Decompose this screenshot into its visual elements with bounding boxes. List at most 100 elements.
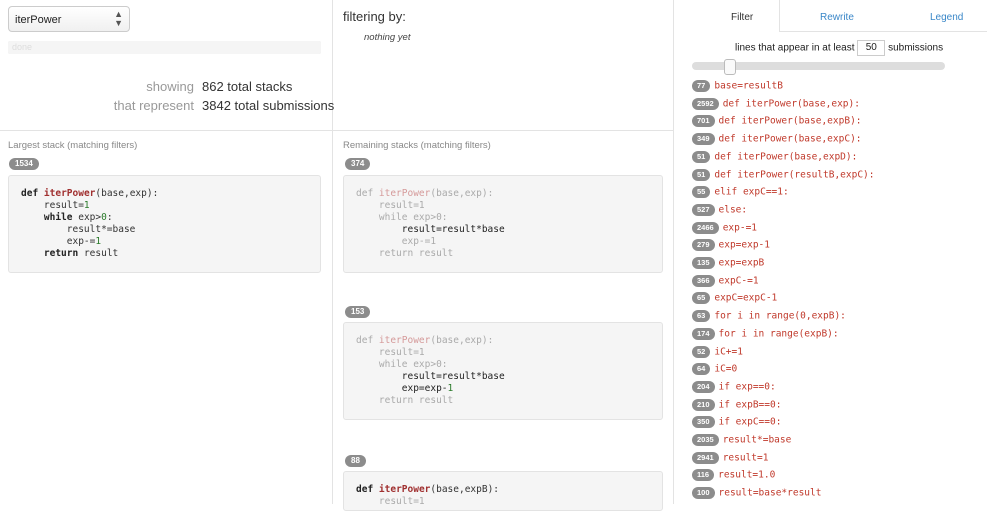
progress-bar: done	[8, 41, 321, 54]
line-count-badge: 210	[692, 398, 715, 411]
line-count-badge: 135	[692, 257, 715, 269]
line-filter-item[interactable]: 55 elif expC==1:	[692, 186, 789, 200]
tab-border	[780, 31, 987, 32]
line-text: expC-=1	[718, 275, 759, 287]
progress-label: done	[12, 42, 33, 52]
line-filter-item[interactable]: 204 if exp==0:	[692, 380, 776, 395]
stack-count: 374	[345, 158, 371, 170]
represent-value: 3842 total submissions	[202, 98, 335, 113]
line-filter-item[interactable]: 701 def iterPower(base,expB):	[692, 115, 862, 129]
line-filter-item[interactable]: 77 base=resultB	[692, 80, 783, 94]
line-filter-item[interactable]: 366 expC-=1	[692, 274, 759, 289]
line-text: for i in range(expB):	[718, 328, 839, 340]
column-divider	[673, 0, 674, 504]
filter-empty-text: nothing yet	[364, 32, 411, 43]
line-filter-item[interactable]: 65 expC=expC-1	[692, 292, 777, 306]
function-select[interactable]: iterPower ▲ ▼	[8, 6, 130, 32]
line-filter-item[interactable]: 174 for i in range(expB):	[692, 327, 839, 342]
threshold-suffix: submissions	[888, 42, 944, 54]
line-count-badge: 55	[692, 186, 711, 199]
line-filter-item[interactable]: 279 exp=exp-1	[692, 239, 770, 253]
line-text: else:	[718, 204, 748, 216]
section-divider	[333, 130, 673, 131]
stack-count: 88	[345, 455, 366, 467]
largest-stack-code[interactable]: def iterPower(base,exp): result=1 while …	[8, 175, 321, 273]
line-count-badge: 527	[692, 203, 715, 216]
line-count-badge: 52	[692, 345, 711, 358]
line-count-badge: 279	[692, 239, 715, 252]
line-text: def iterPower(base,expC):	[718, 133, 862, 145]
line-count-badge: 2035	[692, 434, 719, 446]
largest-stack-count: 1534	[9, 158, 39, 170]
line-text: elif expC==1:	[714, 186, 789, 198]
line-filter-item[interactable]: 349 def iterPower(base,expC):	[692, 133, 862, 147]
line-text: if expC==0:	[718, 416, 782, 428]
line-text: def iterPower(base,expB):	[718, 115, 862, 127]
line-text: expC=expC-1	[714, 292, 778, 304]
tab-rewrite[interactable]: Rewrite	[820, 12, 854, 23]
tab-border	[779, 0, 780, 32]
column-divider	[332, 0, 333, 504]
stack-count: 153	[345, 306, 371, 318]
line-filter-item[interactable]: 100 result=base*result	[692, 487, 821, 501]
line-filter-item[interactable]: 527 else:	[692, 203, 748, 218]
line-filter-item[interactable]: 51 def iterPower(base,expD):	[692, 150, 857, 165]
line-count-badge: 2592	[692, 97, 719, 110]
line-filter-item[interactable]: 52 iC+=1	[692, 345, 743, 360]
line-filter-item[interactable]: 2035 result*=base	[692, 434, 791, 448]
stack-code[interactable]: def iterPower(base,expB): result=1	[343, 471, 663, 511]
line-count-badge: 701	[692, 115, 715, 128]
line-text: base=resultB	[714, 80, 783, 92]
line-text: result=base*result	[718, 487, 822, 499]
line-text: if expB==0:	[718, 399, 782, 411]
line-filter-item[interactable]: 210 if expB==0:	[692, 398, 782, 413]
line-count-badge: 366	[692, 274, 715, 287]
line-text: iC=0	[714, 363, 738, 375]
line-count-badge: 204	[692, 380, 715, 393]
stack-code[interactable]: def iterPower(base,exp): result=1 while …	[343, 175, 663, 273]
threshold-slider[interactable]	[692, 59, 945, 75]
tab-filter[interactable]: Filter	[731, 12, 753, 23]
line-filter-item[interactable]: 2466 exp-=1	[692, 221, 758, 236]
largest-stack-title: Largest stack (matching filters)	[8, 140, 138, 151]
line-count-badge: 174	[692, 327, 715, 340]
line-filter-item[interactable]: 2941 result=1	[692, 451, 768, 466]
line-filter-item[interactable]: 64 iC=0	[692, 363, 737, 377]
line-text: result=1.0	[718, 469, 776, 481]
line-filter-item[interactable]: 350 if expC==0:	[692, 416, 781, 430]
line-count-badge: 65	[692, 292, 711, 305]
line-filter-item[interactable]: 2592 def iterPower(base,exp):	[692, 97, 860, 112]
showing-value: 862 total stacks	[202, 79, 293, 94]
line-text: for i in range(0,expB):	[714, 310, 846, 322]
threshold-input[interactable]: 50	[857, 40, 886, 56]
line-count-badge: 63	[692, 310, 711, 323]
line-text: exp=expB	[718, 257, 765, 269]
line-text: exp-=1	[722, 222, 758, 234]
line-text: exp=exp-1	[718, 239, 770, 251]
slider-handle[interactable]	[724, 59, 736, 75]
represent-label: that represent	[113, 98, 194, 113]
function-select-value: iterPower	[15, 14, 62, 26]
line-filter-item[interactable]: 116 result=1.0	[692, 469, 775, 483]
line-count-badge: 350	[692, 416, 715, 429]
line-count-badge: 116	[692, 469, 715, 482]
line-text: def iterPower(base,exp):	[722, 98, 860, 110]
line-count-badge: 51	[692, 168, 711, 181]
tab-legend[interactable]: Legend	[930, 12, 963, 23]
stack-code[interactable]: def iterPower(base,exp): result=1 while …	[343, 322, 663, 420]
remaining-stacks-title: Remaining stacks (matching filters)	[343, 140, 491, 151]
showing-label: showing	[146, 79, 194, 94]
line-count-badge: 100	[692, 487, 715, 500]
line-count-badge: 51	[692, 150, 711, 163]
select-arrows-icon: ▲ ▼	[114, 9, 123, 28]
section-divider	[0, 130, 332, 131]
threshold-row: lines that appear in at least 50 submiss…	[735, 40, 943, 56]
line-count-badge: 2941	[692, 451, 719, 464]
line-filter-item[interactable]: 51 def iterPower(resultB,expC):	[692, 168, 875, 183]
line-filter-item[interactable]: 63 for i in range(0,expB):	[692, 310, 846, 324]
line-count-badge: 349	[692, 133, 715, 146]
progress-fill	[8, 41, 321, 54]
line-text: iC+=1	[714, 346, 743, 357]
filter-title: filtering by:	[343, 9, 406, 24]
line-filter-item[interactable]: 135 exp=expB	[692, 257, 764, 271]
